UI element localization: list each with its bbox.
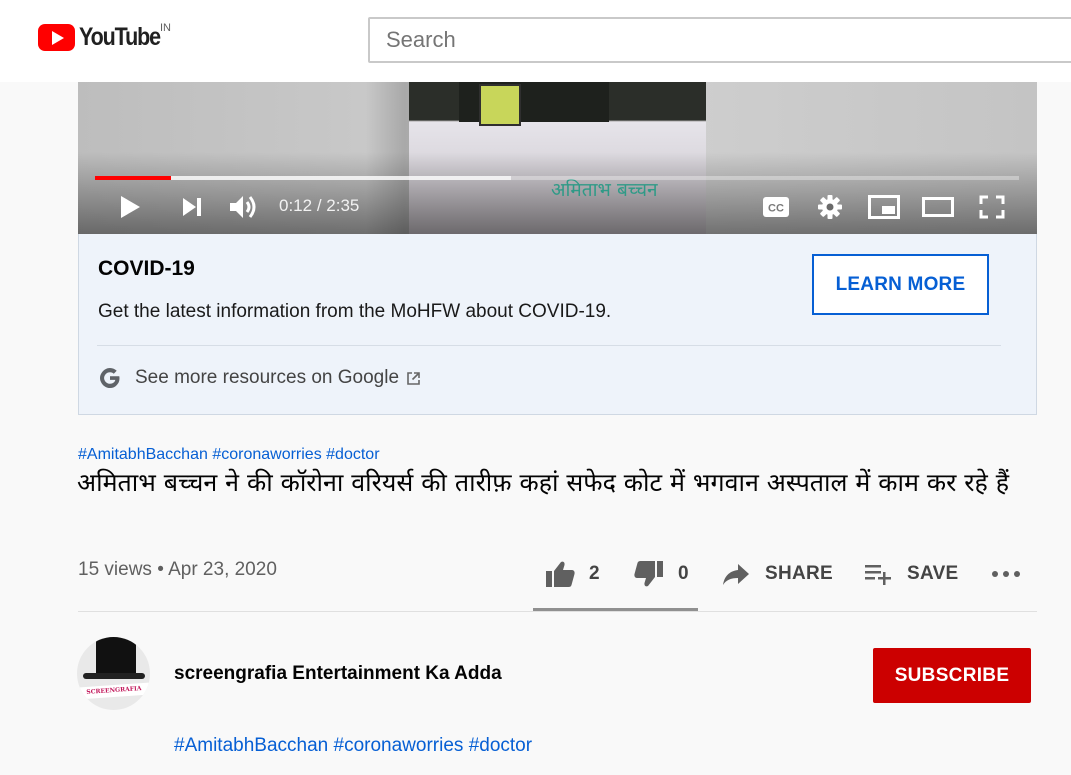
current-time: 0:12 (279, 196, 313, 215)
subtitles-button[interactable]: CC (761, 192, 791, 222)
share-arrow-icon (723, 564, 749, 585)
save-button[interactable]: SAVE (864, 558, 959, 590)
more-horizontal-icon (992, 571, 1020, 577)
svg-text:CC: CC (768, 203, 784, 215)
google-g-icon (100, 368, 120, 388)
progress-played (95, 176, 171, 180)
play-button[interactable] (116, 192, 144, 222)
theater-mode-icon (922, 197, 954, 217)
covid-info-panel: COVID-19 Get the latest information from… (78, 234, 1037, 415)
skip-next-icon (183, 198, 201, 216)
avatar-logo-text: SCREENGRAFIA (78, 682, 150, 700)
share-label: SHARE (765, 563, 834, 584)
volume-icon (230, 196, 256, 218)
like-count: 2 (589, 563, 600, 584)
video-player[interactable]: अमिताभ बच्चन 0:12 / 2:35 CC (78, 82, 1037, 234)
next-button[interactable] (178, 192, 206, 222)
fullscreen-icon (979, 195, 1005, 219)
hashtag-link[interactable]: #coronaworries (212, 446, 321, 463)
more-actions-button[interactable] (990, 558, 1022, 590)
learn-more-button[interactable]: LEARN MORE (812, 254, 989, 315)
hashtag-link[interactable]: #doctor (326, 446, 379, 463)
like-button[interactable]: 2 (545, 558, 600, 590)
thumbs-up-icon (546, 561, 575, 587)
progress-bar[interactable] (95, 176, 1019, 180)
time-separator: / (312, 196, 327, 215)
covid-panel-divider (97, 345, 1001, 346)
logo-region-code: IN (160, 22, 171, 34)
video-hashtags: #AmitabhBacchan #coronaworries #doctor (78, 446, 380, 464)
channel-name-link[interactable]: screengrafia Entertainment Ka Adda (174, 663, 502, 685)
google-resources-label: See more resources on Google (135, 367, 400, 388)
description-hashtags: #AmitabhBacchan #coronaworries #doctor (174, 735, 532, 757)
thumbs-down-icon (634, 561, 663, 587)
video-title: अमिताभ बच्चन ने की कॉरोना वरियर्स की तार… (77, 468, 1009, 497)
share-button[interactable]: SHARE (722, 558, 833, 590)
covid-panel-description: Get the latest information from the MoHF… (98, 301, 612, 322)
theater-mode-button[interactable] (921, 192, 955, 222)
search-input[interactable] (370, 19, 1071, 61)
hashtag-link[interactable]: #doctor (469, 735, 532, 756)
avatar-hat-brim (83, 673, 145, 679)
video-frame-badge (479, 84, 521, 126)
time-display: 0:12 / 2:35 (279, 196, 359, 216)
duration: 2:35 (326, 196, 360, 215)
mute-button[interactable] (228, 192, 260, 222)
masthead: YouTube IN (0, 0, 1071, 82)
hashtag-link[interactable]: #coronaworries (334, 735, 464, 756)
youtube-play-icon (38, 24, 75, 51)
miniplayer-icon (868, 195, 900, 219)
hashtag-link[interactable]: #AmitabhBacchan (174, 735, 328, 756)
google-resources-link[interactable]: See more resources on Google (98, 366, 421, 390)
gear-icon (818, 195, 842, 219)
youtube-logo[interactable]: YouTube IN (38, 22, 173, 51)
save-label: SAVE (907, 563, 959, 584)
settings-button[interactable] (815, 192, 845, 222)
subscribe-button[interactable]: SUBSCRIBE (873, 648, 1031, 703)
view-count-date: 15 views • Apr 23, 2020 (78, 559, 277, 580)
meta-divider (78, 611, 1037, 612)
search-box[interactable] (368, 17, 1071, 63)
miniplayer-button[interactable] (867, 192, 901, 222)
fullscreen-button[interactable] (977, 192, 1007, 222)
avatar-hat (96, 637, 136, 677)
hashtag-link[interactable]: #AmitabhBacchan (78, 446, 208, 463)
dislike-count: 0 (678, 563, 689, 584)
external-link-icon (407, 371, 420, 385)
closed-captions-icon: CC (763, 197, 789, 217)
channel-avatar[interactable]: SCREENGRAFIA (77, 637, 150, 710)
playlist-add-icon (865, 565, 891, 585)
play-icon (121, 196, 140, 218)
covid-panel-title: COVID-19 (98, 257, 195, 280)
dislike-button[interactable]: 0 (634, 558, 689, 590)
logo-text: YouTube (79, 23, 161, 51)
